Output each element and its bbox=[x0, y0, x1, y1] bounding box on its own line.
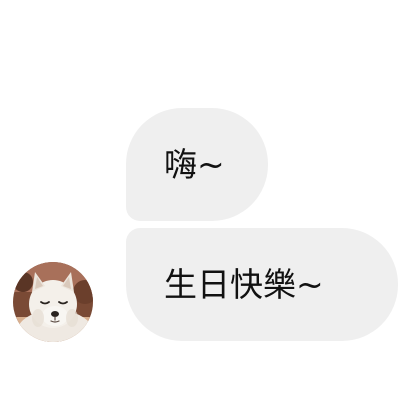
message-bubble[interactable]: 嗨~ bbox=[126, 108, 268, 221]
message-text: 生日快樂~ bbox=[164, 265, 324, 304]
sender-avatar[interactable] bbox=[13, 262, 93, 342]
message-bubble[interactable]: 生日快樂~ bbox=[126, 228, 398, 341]
white-dog-avatar-icon bbox=[13, 262, 93, 342]
message-text: 嗨~ bbox=[164, 145, 225, 184]
chat-thread: 嗨~ 生日快樂~ bbox=[0, 0, 413, 418]
